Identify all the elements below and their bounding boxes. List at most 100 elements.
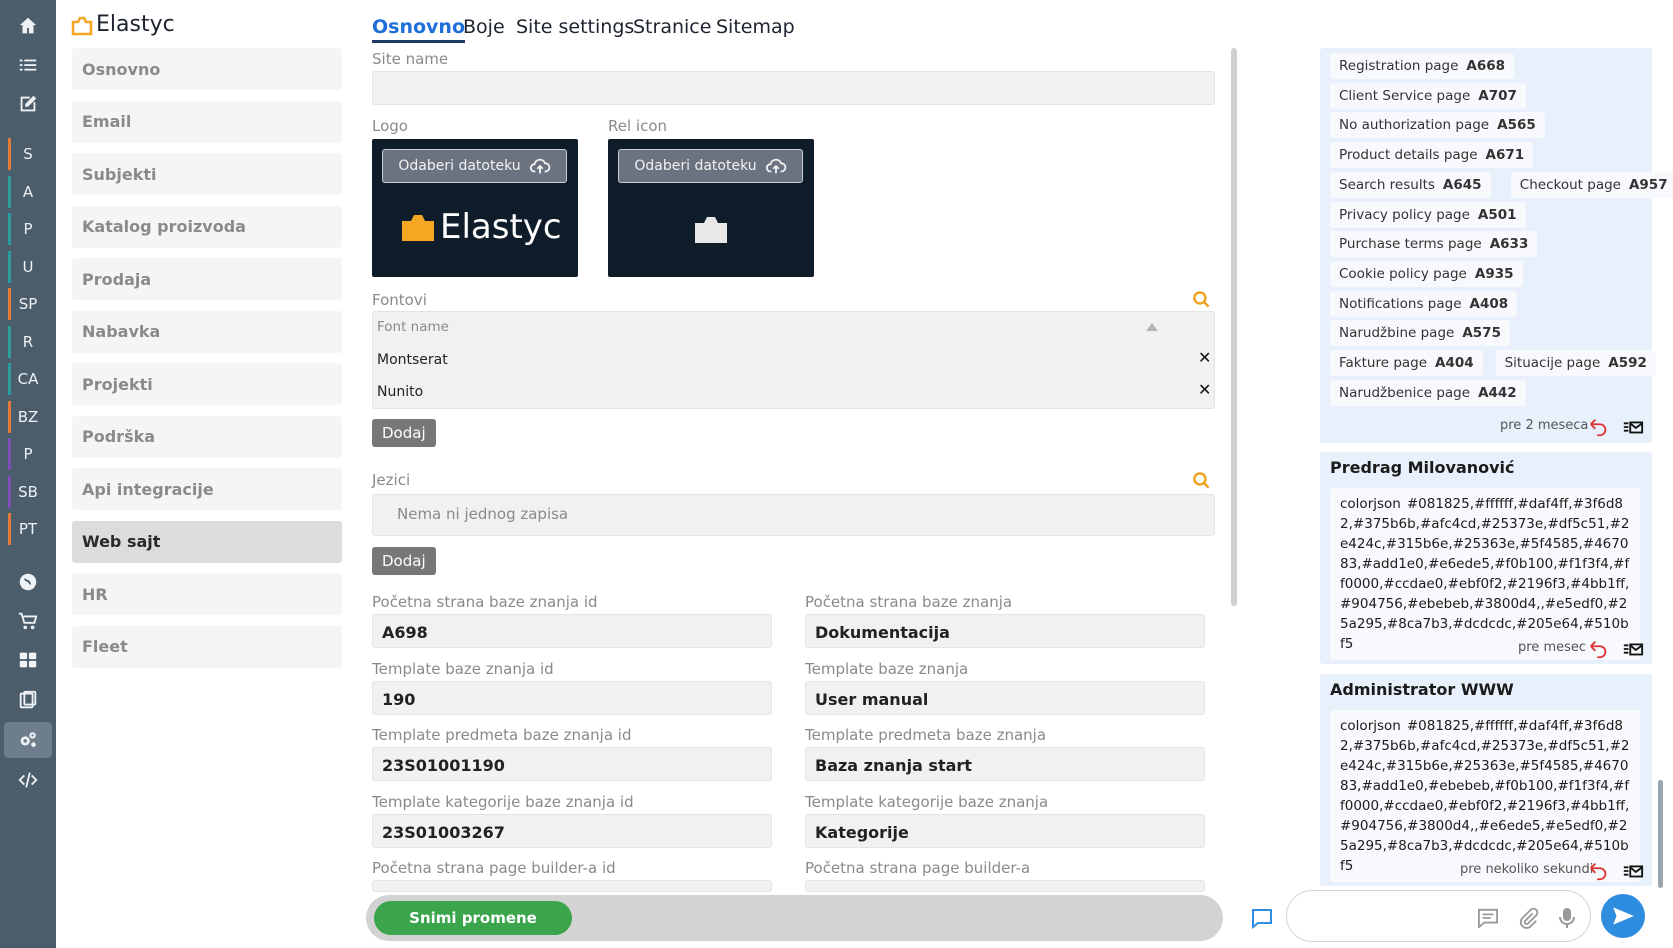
menu-item-api-integracije[interactable]: Api integracije <box>72 468 342 510</box>
menu-item-hr[interactable]: HR <box>72 573 342 615</box>
rail-module-p[interactable]: P <box>0 436 56 472</box>
field-input[interactable] <box>372 880 772 892</box>
attachment-icon[interactable] <box>1517 906 1539 930</box>
list-icon[interactable] <box>0 48 56 84</box>
menu-item-podr-ka[interactable]: Podrška <box>72 415 342 458</box>
chat-message-input[interactable] <box>1286 890 1591 942</box>
page-chip[interactable]: Purchase terms page A633 <box>1330 231 1538 258</box>
comment-icon[interactable] <box>1477 908 1499 928</box>
menu-item-katalog-proizvoda[interactable]: Katalog proizvoda <box>72 205 342 248</box>
page-chip[interactable]: Product details page A671 <box>1330 142 1534 169</box>
field-input[interactable]: Baza znanja start <box>805 747 1205 781</box>
tab-sitemap[interactable]: Sitemap <box>716 16 795 38</box>
page-chip[interactable]: Registration page A668 <box>1330 53 1515 79</box>
tab-boje[interactable]: Boje <box>463 16 505 38</box>
clipboard-icon[interactable] <box>0 682 56 718</box>
reply-icon[interactable] <box>1588 638 1610 660</box>
page-chip[interactable]: Notifications page A408 <box>1330 290 1518 317</box>
chip-name: Notifications page <box>1339 295 1462 312</box>
cart-icon[interactable] <box>0 603 56 639</box>
field-input[interactable]: Dokumentacija <box>805 614 1205 648</box>
site-name-input[interactable] <box>372 71 1215 105</box>
page-chip[interactable]: Checkout page A957 <box>1510 171 1673 198</box>
page-chip[interactable]: Privacy policy page A501 <box>1330 201 1526 228</box>
page-chip[interactable]: Cookie policy page A935 <box>1330 260 1523 287</box>
send-button[interactable] <box>1601 894 1645 938</box>
remove-font-icon[interactable]: ✕ <box>1198 380 1211 399</box>
reply-icon[interactable] <box>1588 416 1610 438</box>
rel-icon-upload-button[interactable]: Odaberi datoteku <box>618 149 803 183</box>
code-icon[interactable] <box>0 762 56 798</box>
upload-label: Odaberi datoteku <box>634 158 757 174</box>
mail-list-icon[interactable] <box>1622 638 1644 660</box>
search-icon[interactable] <box>1192 471 1211 490</box>
chip-code: A668 <box>1466 58 1506 74</box>
field-input[interactable]: Kategorije <box>805 813 1205 848</box>
tab-site-settings[interactable]: Site settings <box>516 16 634 38</box>
chip-name: Registration page <box>1339 58 1459 74</box>
rail-module-u[interactable]: U <box>0 249 56 285</box>
rail-module-bz[interactable]: BZ <box>0 399 56 435</box>
rail-module-pt[interactable]: PT <box>0 511 56 547</box>
settings-icon[interactable] <box>4 722 52 758</box>
field-input[interactable]: 23S01003267 <box>372 813 772 848</box>
globe-icon[interactable] <box>0 564 56 600</box>
logo-upload-button[interactable]: Odaberi datoteku <box>382 149 567 183</box>
field-label: Template predmeta baze znanja <box>805 726 1047 744</box>
page-chip[interactable]: Client Service page A707 <box>1330 82 1526 109</box>
rail-module-sb[interactable]: SB <box>0 474 56 510</box>
page-chip[interactable]: Situacije page A592 <box>1495 350 1656 376</box>
menu-item-fleet[interactable]: Fleet <box>72 625 342 668</box>
search-icon[interactable] <box>1192 290 1211 309</box>
tab-stranice[interactable]: Stranice <box>633 16 711 38</box>
field-input[interactable] <box>805 880 1205 892</box>
microphone-icon[interactable] <box>1557 906 1577 930</box>
menu-item-nabavka[interactable]: Nabavka <box>72 310 342 353</box>
page-chip[interactable]: Fakture page A404 <box>1330 350 1483 376</box>
rail-module-sp[interactable]: SP <box>0 286 56 322</box>
page-chip[interactable]: No authorization page A565 <box>1330 112 1545 139</box>
page-chip[interactable]: Narudžbenice page A442 <box>1330 379 1526 406</box>
font-name-header[interactable]: Font name <box>377 319 449 335</box>
app-logo[interactable]: Elastyc <box>70 12 175 37</box>
chip-name: Privacy policy page <box>1339 206 1470 223</box>
menu-item-subjekti[interactable]: Subjekti <box>72 153 342 195</box>
sort-asc-icon[interactable] <box>1146 323 1158 331</box>
chat-bubble-icon[interactable] <box>1250 906 1274 930</box>
menu-item-prodaja[interactable]: Prodaja <box>72 258 342 300</box>
rel-icon-label: Rel icon <box>608 117 668 135</box>
grid-icon[interactable] <box>0 642 56 678</box>
field-input[interactable]: A698 <box>372 614 772 648</box>
chip-name: Narudžbenice page <box>1339 384 1471 401</box>
page-chip[interactable]: Narudžbine page A575 <box>1330 320 1510 347</box>
rail-module-ca[interactable]: CA <box>0 361 56 397</box>
menu-item-web-sajt[interactable]: Web sajt <box>72 520 342 563</box>
form-scrollbar[interactable] <box>1231 48 1237 606</box>
save-button[interactable]: Snimi promene <box>374 901 572 935</box>
chip-name: Product details page <box>1339 147 1478 164</box>
menu-item-projekti[interactable]: Projekti <box>72 363 342 405</box>
chat-scrollbar[interactable] <box>1658 780 1663 888</box>
menu-item-osnovno[interactable]: Osnovno <box>72 48 342 90</box>
reply-icon[interactable] <box>1588 860 1610 882</box>
rail-module-a[interactable]: A <box>0 174 56 210</box>
rail-module-s[interactable]: S <box>0 136 56 172</box>
page-chip[interactable]: Search results A645 <box>1330 171 1491 198</box>
mail-list-icon[interactable] <box>1622 416 1644 438</box>
chip-code: A592 <box>1608 355 1647 371</box>
tab-osnovno[interactable]: Osnovno <box>372 16 466 43</box>
add-language-button[interactable]: Dodaj <box>372 547 436 575</box>
field-input[interactable]: 23S01001190 <box>372 747 772 781</box>
rail-module-p[interactable]: P <box>0 211 56 247</box>
edit-icon[interactable] <box>0 86 56 122</box>
mail-list-icon[interactable] <box>1622 860 1644 882</box>
menu-item-email[interactable]: Email <box>72 100 342 143</box>
remove-font-icon[interactable]: ✕ <box>1198 348 1211 367</box>
chip-code: A957 <box>1628 176 1668 193</box>
field-input[interactable]: User manual <box>805 680 1205 715</box>
field-input[interactable]: 190 <box>372 680 772 715</box>
add-font-button[interactable]: Dodaj <box>372 419 436 447</box>
home-icon[interactable] <box>0 8 56 44</box>
rail-module-r[interactable]: R <box>0 324 56 360</box>
field-label: Template kategorije baze znanja <box>805 792 1049 811</box>
